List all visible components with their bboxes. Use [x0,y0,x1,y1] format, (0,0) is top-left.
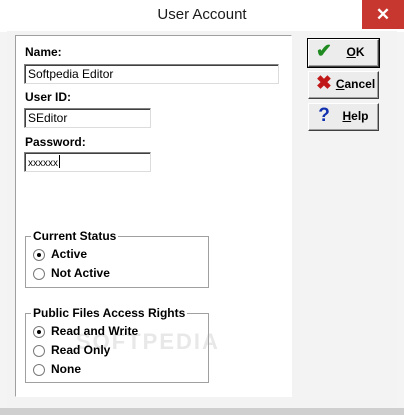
cancel-label-rest: ancel [344,77,376,91]
access-read-write-label: Read and Write [51,324,139,338]
cancel-label: Cancel [335,77,376,91]
radio-active[interactable] [33,249,45,261]
check-icon: ✔ [316,41,332,62]
help-label: Help [335,109,376,123]
text-caret [59,155,60,168]
help-mnemonic: H [342,109,352,123]
radio-read-write[interactable] [33,326,45,338]
close-button[interactable]: ✕ [362,0,404,29]
title-bar[interactable]: User Account ✕ [0,0,404,32]
password-label: Password: [25,135,86,149]
account-form-panel: Name: Softpedia Editor User ID: SEditor … [15,35,292,397]
x-icon: ✖ [316,73,332,94]
radio-none[interactable] [33,364,45,376]
ok-mnemonic: O [346,45,356,59]
userid-label: User ID: [25,90,72,104]
status-active-label: Active [51,247,88,261]
ok-label-rest: K [355,45,365,59]
radio-not-active[interactable] [33,268,45,280]
userid-field[interactable]: SEditor [24,108,151,128]
window-title: User Account [157,6,247,23]
radio-read-only[interactable] [33,345,45,357]
name-label: Name: [25,45,62,59]
name-field[interactable]: Softpedia Editor [24,64,279,84]
access-read-only-label: Read Only [51,343,111,357]
help-label-rest: elp [351,109,369,123]
current-status-group: Current Status Active Not Active [25,229,209,288]
ok-button[interactable]: ✔ OK [307,38,380,68]
current-status-title: Current Status [31,229,119,243]
help-button[interactable]: ? Help [308,103,379,131]
password-mask: xxxxxx [28,158,58,169]
window-bottom-border [0,408,404,415]
user-account-window: User Account ✕ Name: Softpedia Editor Us… [0,0,404,415]
status-not-active-label: Not Active [51,266,110,280]
ok-label: OK [335,45,376,59]
question-icon: ? [318,105,330,126]
access-rights-group: Public Files Access Rights Read and Writ… [25,306,209,383]
access-rights-title: Public Files Access Rights [31,306,188,320]
close-icon: ✕ [375,5,391,24]
cancel-button[interactable]: ✖ Cancel [308,71,379,99]
access-none-label: None [51,362,81,376]
password-field[interactable]: xxxxxx [24,152,151,172]
